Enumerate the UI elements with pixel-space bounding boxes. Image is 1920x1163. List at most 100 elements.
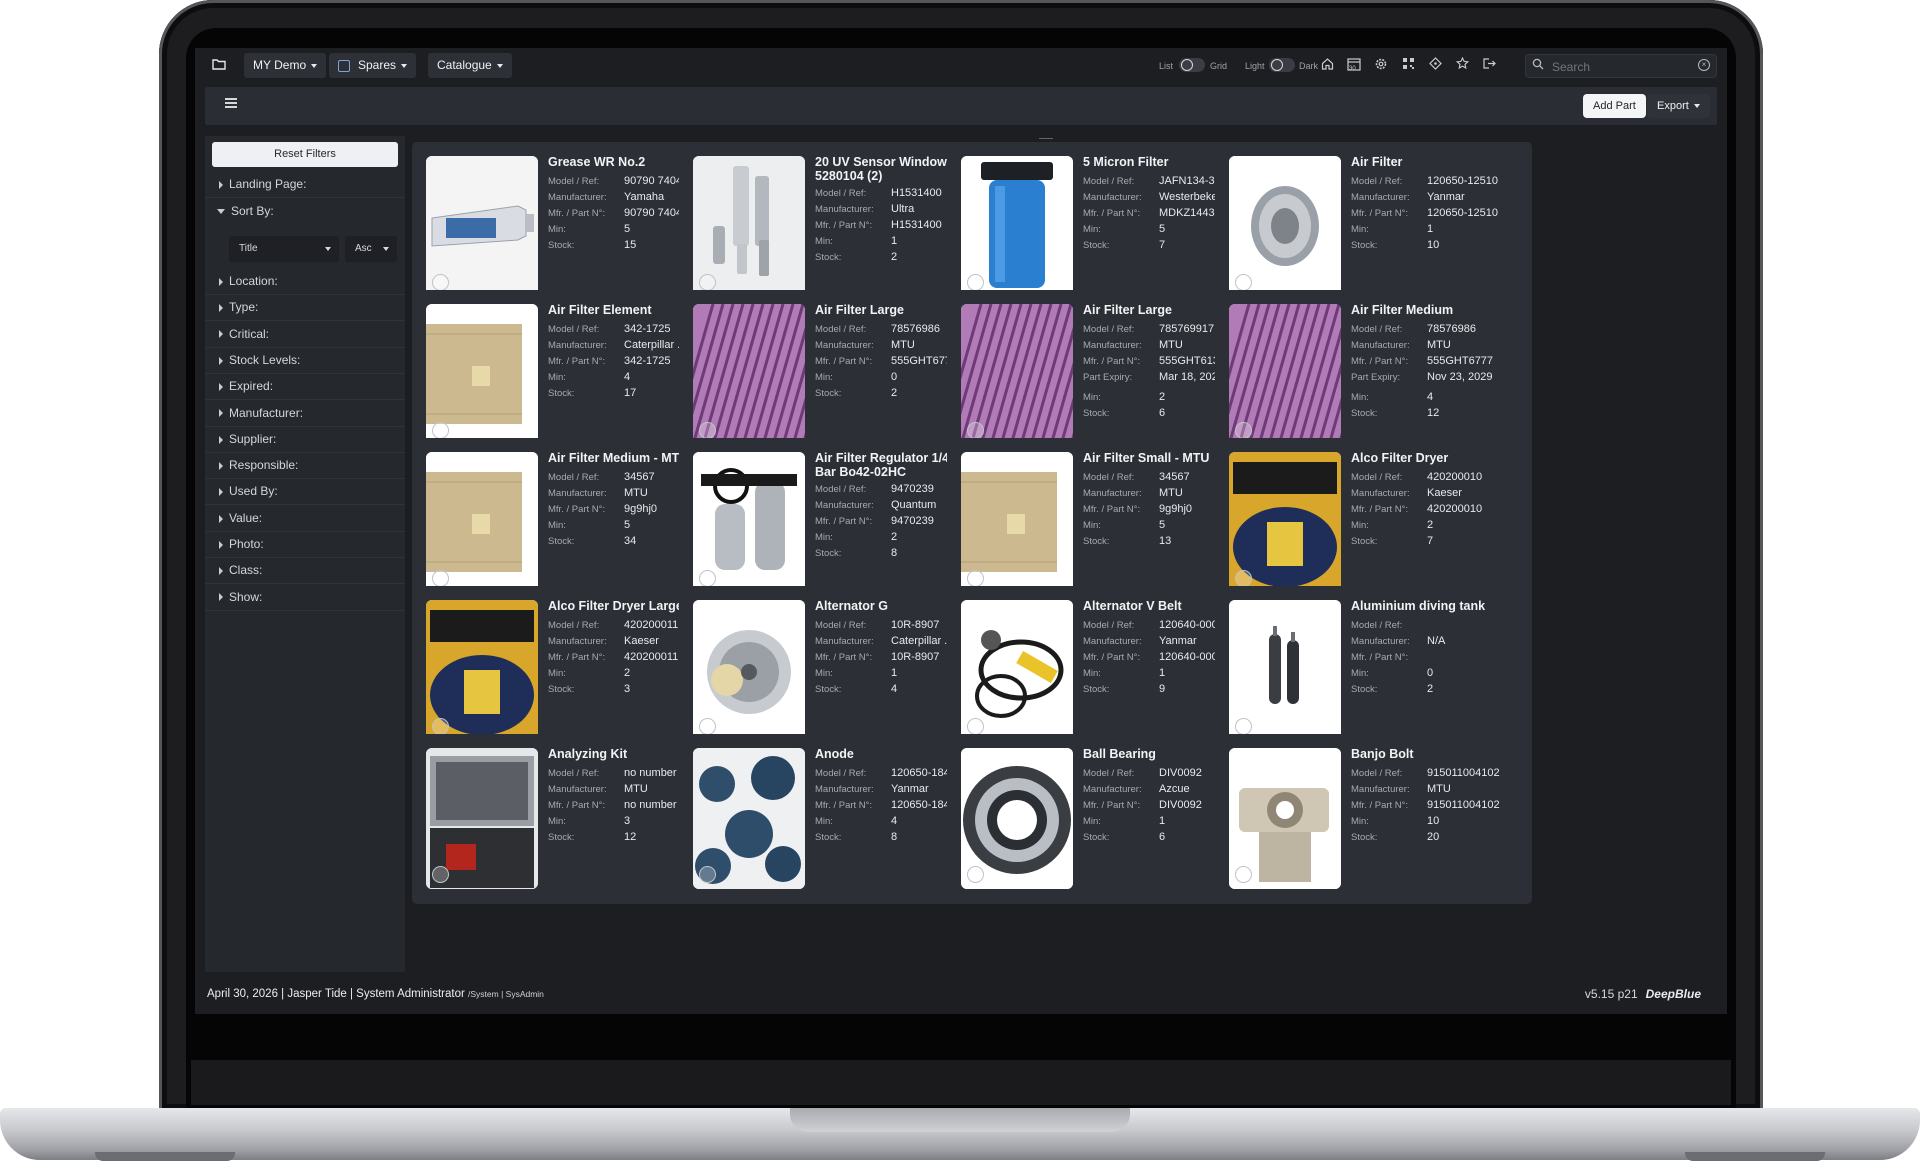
field-value: 6: [1159, 831, 1166, 843]
gear-icon[interactable]: [1373, 57, 1389, 73]
field-label: Manufacturer:: [548, 636, 607, 647]
theme-toggle[interactable]: [1269, 58, 1295, 72]
part-photo: [1229, 452, 1341, 593]
add-part-button[interactable]: Add Part: [1583, 94, 1646, 118]
list-label: List: [1159, 61, 1174, 71]
star-icon[interactable]: [1454, 56, 1470, 73]
status-user-info: April 30, 2026 | Jasper Tide | System Ad…: [207, 988, 544, 1000]
select-checkbox[interactable]: [432, 570, 449, 587]
select-checkbox[interactable]: [967, 718, 984, 735]
reset-filters-button[interactable]: Reset Filters: [212, 142, 398, 167]
filter-label: Show:: [229, 589, 263, 604]
field-model: Model / Ref: 420200010: [1351, 469, 1531, 485]
select-checkbox[interactable]: [432, 718, 449, 735]
clear-icon[interactable]: ×: [1698, 59, 1710, 71]
field-value: 785769917: [1159, 323, 1215, 335]
select-checkbox[interactable]: [432, 422, 449, 439]
caret-right-icon: [219, 540, 223, 549]
filter-row[interactable]: Responsible:: [205, 452, 405, 480]
select-checkbox[interactable]: [1235, 570, 1252, 587]
select-checkbox[interactable]: [699, 718, 716, 735]
select-checkbox[interactable]: [967, 274, 984, 291]
part-title[interactable]: Air Filter: [1351, 155, 1523, 169]
field-label: Min:: [1351, 668, 1369, 679]
select-checkbox[interactable]: [1235, 274, 1252, 291]
list-grid-toggle[interactable]: [1179, 58, 1205, 72]
chevron-down-icon: [1693, 104, 1700, 109]
logout-icon[interactable]: [1481, 57, 1497, 73]
part-title[interactable]: Air Filter Medium: [1351, 303, 1523, 317]
part-card[interactable]: Alco Filter Dryer Model / Ref: 420200010 Ma…: [1215, 438, 1532, 608]
sort-order-select[interactable]: Asc: [345, 236, 397, 262]
filter-row[interactable]: Show:: [205, 584, 405, 611]
select-checkbox[interactable]: [967, 570, 984, 587]
field-value: DIV0092: [1159, 799, 1202, 811]
field-value: 9470239: [891, 483, 934, 495]
view-dropdown[interactable]: Catalogue: [428, 53, 512, 78]
field-value: H1531400: [891, 187, 942, 199]
part-card[interactable]: Air Filter Model / Ref: 120650-12510 Manufa…: [1215, 142, 1532, 312]
grid-label: Grid: [1210, 61, 1228, 71]
select-checkbox[interactable]: [1235, 866, 1252, 883]
field-label: Stock:: [1351, 240, 1378, 251]
field-label: Model / Ref:: [1083, 324, 1135, 335]
file-icon[interactable]: [211, 58, 227, 74]
select-checkbox[interactable]: [699, 422, 716, 439]
select-checkbox[interactable]: [699, 866, 716, 883]
field-value: Kaeser: [1427, 487, 1462, 499]
filter-row[interactable]: Used By:: [205, 478, 405, 506]
part-title[interactable]: Banjo Bolt: [1351, 747, 1523, 761]
select-checkbox[interactable]: [1235, 422, 1252, 439]
home-icon[interactable]: [1319, 57, 1335, 73]
field-min: Min: 2: [1351, 517, 1531, 533]
field-value: 342-1725: [624, 355, 671, 367]
search-input[interactable]: [1550, 57, 1694, 77]
search-box[interactable]: ×: [1525, 54, 1717, 78]
select-checkbox[interactable]: [432, 866, 449, 883]
chevron-down-icon: [311, 63, 318, 68]
select-checkbox[interactable]: [432, 274, 449, 291]
filter-row[interactable]: Type:: [205, 294, 405, 322]
field-label: Mfr. / Part N°:: [548, 504, 606, 515]
tag-icon[interactable]: [1427, 57, 1443, 73]
field-label: Stock:: [1351, 536, 1378, 547]
field-value: 20: [1427, 831, 1440, 843]
filter-sort-by[interactable]: Sort By:: [205, 198, 405, 224]
filter-row[interactable]: Value:: [205, 505, 405, 532]
filter-row[interactable]: Supplier:: [205, 426, 405, 453]
filter-row[interactable]: Critical:: [205, 321, 405, 348]
field-value: 9470239: [891, 515, 934, 527]
filter-row[interactable]: Class:: [205, 557, 405, 585]
filter-row[interactable]: Stock Levels:: [205, 347, 405, 374]
part-card[interactable]: Banjo Bolt Model / Ref: 915011004102 Manufa…: [1215, 734, 1532, 904]
field-value: Azcue: [1159, 783, 1190, 795]
calendar-icon[interactable]: 30: [1346, 57, 1362, 73]
field-manufacturer: Manufacturer: Yanmar: [1351, 189, 1531, 205]
part-card[interactable]: Aluminium diving tank Model / Ref: Manufac…: [1215, 586, 1532, 756]
parts-grid: Grease WR No.2 Model / Ref: 90790 74046 00…: [412, 138, 1717, 970]
select-checkbox[interactable]: [699, 274, 716, 291]
part-title[interactable]: Alco Filter Dryer: [1351, 451, 1523, 465]
filter-row[interactable]: Expired:: [205, 373, 405, 401]
menu-icon[interactable]: [225, 98, 237, 108]
filter-landing-page[interactable]: Landing Page:: [205, 171, 405, 198]
filter-row[interactable]: Location:: [205, 268, 405, 295]
field-part: Mfr. / Part N°: 420200010: [1351, 501, 1531, 517]
filter-row[interactable]: Photo:: [205, 531, 405, 558]
chevron-down-icon: [496, 63, 503, 68]
filter-row[interactable]: Manufacturer:: [205, 400, 405, 427]
part-title[interactable]: Aluminium diving tank: [1351, 599, 1523, 613]
sort-field-select[interactable]: Title: [229, 236, 339, 262]
part-card[interactable]: Air Filter Medium Model / Ref: 78576986 Man…: [1215, 290, 1532, 460]
select-checkbox[interactable]: [699, 570, 716, 587]
module-dropdown[interactable]: Spares: [329, 53, 417, 78]
qr-code-icon[interactable]: [1400, 57, 1416, 73]
select-checkbox[interactable]: [1235, 718, 1252, 735]
field-value: MTU: [1427, 339, 1451, 351]
workspace-dropdown[interactable]: MY Demo: [244, 53, 327, 78]
select-checkbox[interactable]: [967, 866, 984, 883]
select-checkbox[interactable]: [967, 422, 984, 439]
field-value: 1: [891, 235, 898, 247]
export-dropdown[interactable]: Export: [1647, 94, 1710, 118]
field-label: Min:: [1083, 392, 1101, 403]
